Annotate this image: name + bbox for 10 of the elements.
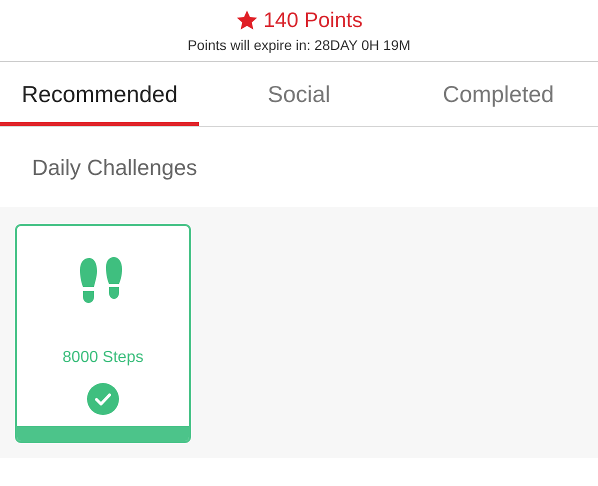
tab[interactable]: Completed — [398, 62, 598, 126]
challenge-card[interactable]: 8000 Steps — [15, 224, 191, 443]
tab[interactable]: Social — [199, 62, 399, 126]
star-icon — [235, 9, 260, 32]
points-total: 140 Points — [263, 10, 363, 31]
tab[interactable]: Recommended — [0, 62, 200, 126]
section-title: Daily Challenges — [32, 154, 198, 182]
check-icon — [87, 383, 119, 415]
points-expiry: Points will expire in: 28DAY 0H 19M — [188, 38, 410, 52]
challenge-label: 8000 Steps — [62, 348, 144, 368]
